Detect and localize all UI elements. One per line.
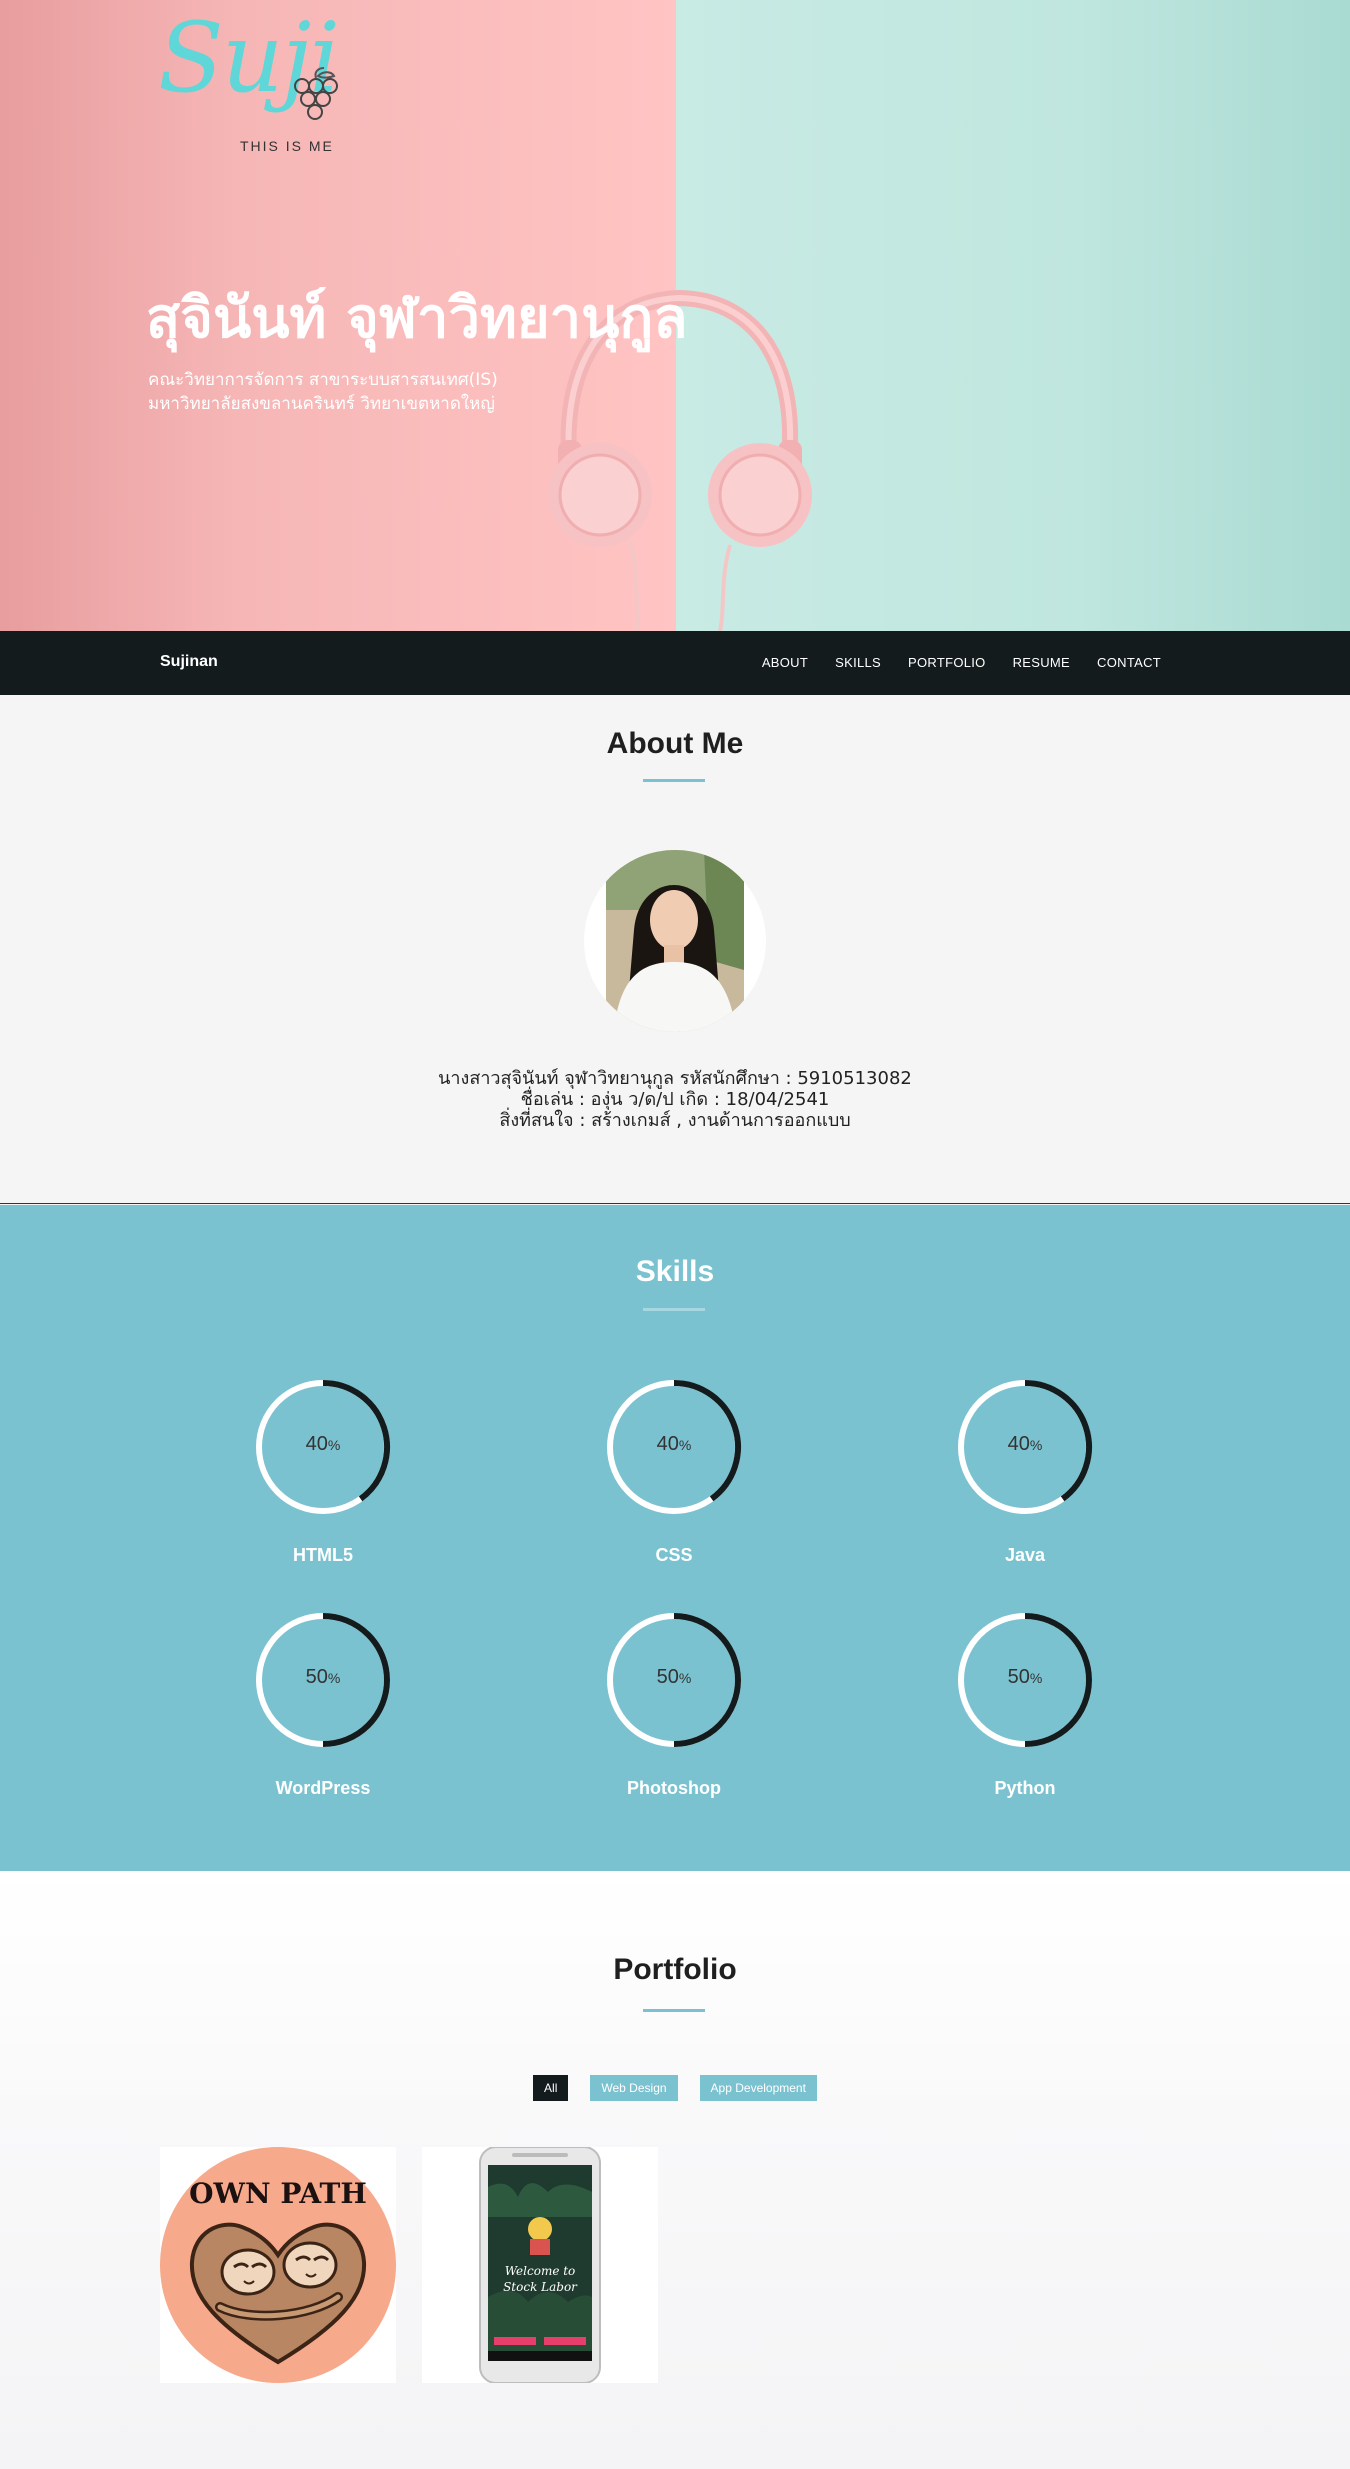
nav-portfolio[interactable]: PORTFOLIO	[908, 655, 986, 670]
skill-photoshop: 50% Photoshop	[574, 1610, 774, 1799]
skill-label: CSS	[655, 1545, 693, 1565]
nav-links: ABOUT SKILLS PORTFOLIO RESUME CONTACT	[762, 655, 1161, 670]
portfolio-card-stock-labor[interactable]: Welcome to Stock Labor	[422, 2147, 658, 2383]
own-path-text: OWN PATH	[189, 2177, 367, 2210]
skill-python: 50% Python	[925, 1610, 1125, 1799]
about-section: About Me นางสาวสุจินันท์ จุฬาวิทยานุกูล …	[0, 695, 1350, 1204]
skill-percent: 50%	[305, 1666, 341, 1688]
profile-photo	[606, 850, 744, 1032]
navbar: Sujinan ABOUT SKILLS PORTFOLIO RESUME CO…	[0, 631, 1350, 695]
stock-labor-app-name-text: Stock Labor	[503, 2280, 578, 2294]
skill-percent: 50%	[1007, 1666, 1043, 1688]
skill-css: 40% CSS	[574, 1377, 774, 1566]
hero-university: มหาวิทยาลัยสงขลานครินทร์ วิทยาเขตหาดใหญ่	[148, 394, 495, 414]
skills-title-underline	[643, 1308, 705, 1311]
nav-skills[interactable]: SKILLS	[835, 655, 881, 670]
skill-html5: 40% HTML5	[223, 1377, 423, 1566]
hero-name: สุจินันท์ จุฬาวิทยานุกูล	[146, 286, 688, 351]
skill-percent: 40%	[656, 1433, 692, 1455]
skill-label: HTML5	[293, 1545, 353, 1565]
portfolio-card-own-path[interactable]: OWN PATH	[160, 2147, 396, 2383]
skill-percent: 40%	[305, 1433, 341, 1455]
skills-title: Skills	[635, 1255, 715, 1288]
skill-percent: 50%	[656, 1666, 692, 1688]
portfolio-title: Portfolio	[613, 1953, 737, 1986]
skill-wordpress: 50% WordPress	[223, 1610, 423, 1799]
skill-percent: 40%	[1007, 1433, 1043, 1455]
profile-avatar	[584, 850, 766, 1032]
navbar-brand[interactable]: Sujinan	[160, 653, 218, 671]
stock-labor-welcome-text: Welcome to	[505, 2264, 576, 2278]
skill-label: Java	[1004, 1545, 1046, 1565]
skill-label: Python	[994, 1778, 1056, 1798]
grapes-icon	[294, 67, 338, 120]
portfolio-title-underline	[643, 2009, 705, 2012]
stock-labor-phone-mockup: Welcome to Stock Labor	[479, 2147, 601, 2383]
hero-section: Suji THIS IS ME สุจินันท์ จุฬาวิทยานุกูล…	[0, 0, 1350, 631]
nav-resume[interactable]: RESUME	[1013, 655, 1070, 670]
filter-web-design-button[interactable]: Web Design	[590, 2075, 678, 2101]
site-logo[interactable]: Suji THIS IS ME	[158, 10, 358, 160]
filter-all-button[interactable]: All	[533, 2075, 569, 2101]
portfolio-filters: All Web Design App Development	[0, 2075, 1350, 2101]
skill-label: Photoshop	[627, 1778, 721, 1798]
nav-about[interactable]: ABOUT	[762, 655, 808, 670]
skill-label: WordPress	[275, 1778, 371, 1798]
about-title-underline	[643, 779, 705, 782]
skills-section: Skills 40% HTML5 40% CSS 40% Java 50% Wo…	[0, 1205, 1350, 1871]
about-line-interests: สิ่งที่สนใจ : สร้างเกมส์ , งานด้านการออก…	[499, 1110, 851, 1131]
logo-tagline: THIS IS ME	[240, 138, 334, 154]
filter-app-development-button[interactable]: App Development	[699, 2075, 817, 2101]
nav-contact[interactable]: CONTACT	[1097, 655, 1161, 670]
hero-faculty: คณะวิทยาการจัดการ สาขาระบบสารสนเทศ(IS)	[148, 370, 498, 390]
skill-java: 40% Java	[925, 1377, 1125, 1566]
about-title: About Me	[606, 727, 744, 760]
portfolio-section: Portfolio All Web Design App Development…	[0, 1871, 1350, 2469]
own-path-artwork: OWN PATH	[160, 2147, 396, 2383]
